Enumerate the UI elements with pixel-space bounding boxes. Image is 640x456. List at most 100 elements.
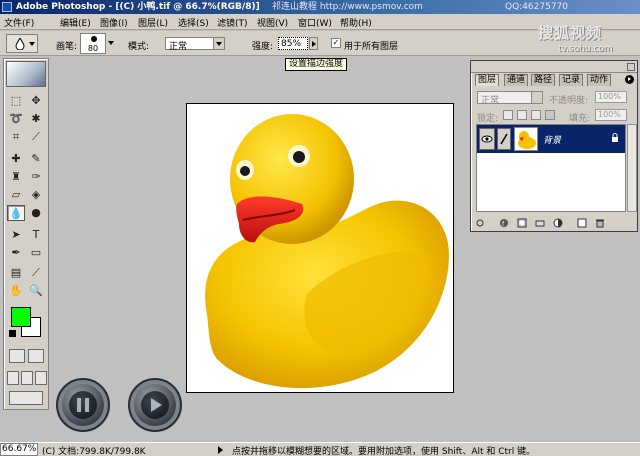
layer-thumbnail xyxy=(514,127,538,151)
blur-drop-icon xyxy=(15,38,25,50)
tool-hint: 点按并拖移以模糊想要的区域。要用附加选项，使用 Shift、Alt 和 Ctrl… xyxy=(232,447,536,456)
quick-mask-icon[interactable] xyxy=(28,349,44,363)
menu-filter[interactable]: 滤镜(T) xyxy=(217,16,248,29)
brush-dropdown-icon[interactable] xyxy=(108,41,114,45)
clone-stamp-icon[interactable]: ♜ xyxy=(7,169,25,185)
qq-watermark: QQ:46275770 xyxy=(505,2,569,12)
sohu-logo: 搜狐视频 xyxy=(538,24,603,42)
menu-view[interactable]: 视图(V) xyxy=(257,16,288,29)
magic-wand-icon[interactable]: ✱ xyxy=(27,111,45,127)
panel-titlebar[interactable] xyxy=(471,61,637,73)
standard-mode-icon[interactable] xyxy=(9,349,25,363)
panel-menu-icon[interactable] xyxy=(625,75,634,84)
layer-set-icon[interactable] xyxy=(535,218,545,228)
brush-link-icon[interactable] xyxy=(497,128,511,150)
tutorial-watermark: 祁连山教程 http://www.psmov.com xyxy=(272,2,423,12)
menu-window[interactable]: 窗口(W) xyxy=(298,16,332,29)
tab-actions[interactable]: 动作 xyxy=(587,74,612,86)
menu-file[interactable]: 文件(F) xyxy=(4,16,34,29)
brush-tip-icon xyxy=(91,36,97,42)
tab-history[interactable]: 记录 xyxy=(559,74,584,86)
zoom-input[interactable]: 66.67% xyxy=(0,443,38,456)
toolbox: ⬚ ✥ ➰ ✱ ⌗ ⟋ ✚ ✎ ♜ ✑ ▱ ◈ 💧 ● ➤ T ✒ ▭ ▤ ⟋ … xyxy=(3,58,49,410)
crop-icon[interactable]: ⌗ xyxy=(7,129,25,145)
panel-bottom-toolbar: f xyxy=(471,215,637,231)
status-menu-icon[interactable] xyxy=(218,446,223,454)
strength-slider-button[interactable] xyxy=(309,37,318,50)
photoshop-feather-logo[interactable] xyxy=(6,61,46,87)
tab-channels[interactable]: 通道 xyxy=(504,74,529,86)
menu-edit[interactable]: 编辑(E) xyxy=(60,16,91,29)
brush-label: 画笔: xyxy=(56,42,78,52)
dodge-icon[interactable]: ● xyxy=(27,205,45,221)
link-icon[interactable] xyxy=(475,218,485,228)
pen-icon[interactable]: ✒ xyxy=(7,245,25,261)
play-button[interactable] xyxy=(128,378,182,432)
move-icon[interactable]: ✥ xyxy=(27,93,45,109)
blur-icon[interactable]: 💧 xyxy=(7,205,25,221)
new-layer-icon[interactable] xyxy=(577,218,587,228)
opacity-label: 不透明度: xyxy=(549,96,589,106)
path-selection-icon[interactable]: ➤ xyxy=(7,227,25,243)
zoom-icon[interactable]: 🔍 xyxy=(27,283,45,299)
tool-preset-picker[interactable] xyxy=(6,34,38,53)
sohu-watermark: 搜狐视频 tv.sohu.com xyxy=(538,22,638,56)
trash-icon[interactable] xyxy=(595,218,605,228)
opacity-input[interactable]: 100% xyxy=(595,91,627,103)
fill-label: 填充: xyxy=(569,114,591,124)
all-layers-checkbox[interactable]: ✓ xyxy=(331,38,341,48)
foreground-color-swatch[interactable] xyxy=(11,307,31,327)
all-layers-label: 用于所有图层 xyxy=(344,42,399,52)
notes-icon[interactable]: ▤ xyxy=(7,265,25,281)
menu-image[interactable]: 图像(I) xyxy=(100,16,128,29)
hand-icon[interactable]: ✋ xyxy=(7,283,25,299)
eye-icon[interactable] xyxy=(479,128,495,150)
pause-button[interactable] xyxy=(56,378,110,432)
photoshop-app-icon[interactable] xyxy=(2,2,12,12)
blend-mode-select[interactable]: 正常 xyxy=(477,91,543,106)
layer-row[interactable]: 背景 xyxy=(477,125,625,153)
layer-style-icon[interactable]: f xyxy=(499,218,509,228)
lock-icon xyxy=(612,133,618,142)
mode-value: 正常 xyxy=(169,42,188,52)
layer-list-scrollbar[interactable] xyxy=(627,124,637,212)
brush-icon[interactable]: ✎ xyxy=(27,151,45,167)
lock-image-icon[interactable] xyxy=(517,110,527,120)
screen-mode-full-menu-icon[interactable] xyxy=(21,371,33,385)
shape-icon[interactable]: ▭ xyxy=(27,245,45,261)
jump-to-imageready-icon[interactable] xyxy=(9,391,43,405)
history-brush-icon[interactable]: ✑ xyxy=(27,169,45,185)
screen-mode-full-icon[interactable] xyxy=(35,371,47,385)
menu-layer[interactable]: 图层(L) xyxy=(138,16,168,29)
layer-mask-icon[interactable] xyxy=(517,218,527,228)
brush-size: 80 xyxy=(87,44,99,53)
close-icon[interactable] xyxy=(627,63,635,71)
lock-all-icon[interactable] xyxy=(545,110,555,120)
brush-picker[interactable]: 80 xyxy=(80,33,106,54)
menu-select[interactable]: 选择(S) xyxy=(178,16,209,29)
tab-layers[interactable]: 图层 xyxy=(475,74,500,86)
fill-input[interactable]: 100% xyxy=(595,109,627,121)
window-title: Adobe Photoshop - [(C) 小鸭.tif @ 66.7%(RG… xyxy=(16,2,260,12)
eraser-icon[interactable]: ▱ xyxy=(7,187,25,203)
rubber-duck-image xyxy=(205,114,449,389)
healing-brush-icon[interactable]: ✚ xyxy=(7,151,25,167)
blend-mode-value: 正常 xyxy=(481,96,500,106)
marquee-icon[interactable]: ⬚ xyxy=(7,93,25,109)
adjustment-layer-icon[interactable] xyxy=(553,218,563,228)
lock-transparency-icon[interactable] xyxy=(503,110,513,120)
panel-tabs: 图层 通道 路径 记录 动作 xyxy=(475,74,635,86)
type-icon[interactable]: T xyxy=(27,227,45,243)
menu-help[interactable]: 帮助(H) xyxy=(340,16,372,29)
strength-input[interactable]: 85% xyxy=(278,37,308,50)
eyedropper-icon[interactable]: ⟋ xyxy=(27,265,45,281)
default-colors-icon[interactable] xyxy=(9,330,16,337)
tab-paths[interactable]: 路径 xyxy=(531,74,556,86)
document-canvas[interactable] xyxy=(186,103,454,393)
paint-bucket-icon[interactable]: ◈ xyxy=(27,187,45,203)
lasso-icon[interactable]: ➰ xyxy=(7,111,25,127)
mode-select[interactable]: 正常 xyxy=(165,37,225,52)
screen-mode-standard-icon[interactable] xyxy=(7,371,19,385)
lock-position-icon[interactable] xyxy=(531,110,541,120)
slice-icon[interactable]: ⟋ xyxy=(27,129,45,145)
